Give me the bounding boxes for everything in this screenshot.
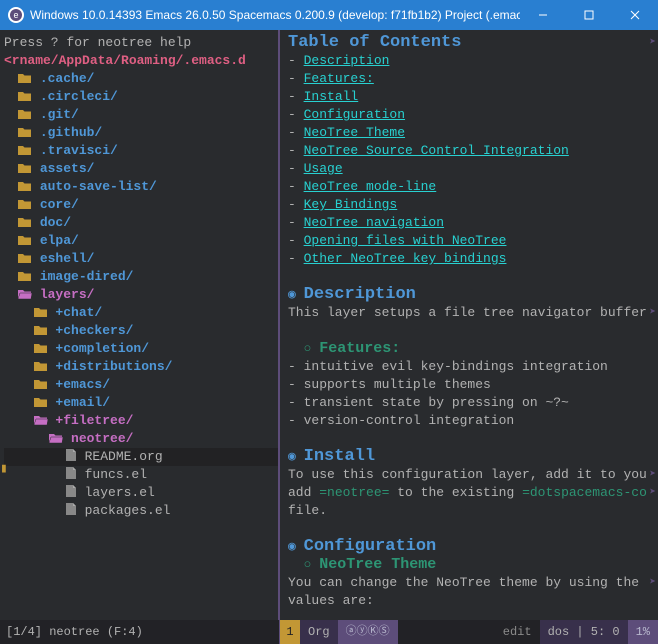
modeline-main: 1 Org ⓐⓨⓀⓈ edit dos | 5: 0 1%: [280, 620, 658, 644]
close-button[interactable]: [612, 0, 658, 30]
folder-icon: [18, 71, 32, 86]
neotree-sidebar[interactable]: Press ? for neotree help <rname/AppData/…: [0, 30, 280, 620]
folder-icon: [18, 287, 32, 302]
modeline: [1/4] neotree (F:4) 1 Org ⓐⓨⓀⓈ edit dos …: [0, 620, 658, 644]
toc-entry[interactable]: - Key Bindings: [288, 196, 654, 214]
tree-dir[interactable]: +filetree/: [4, 412, 278, 430]
tree-dir[interactable]: .git/: [4, 106, 278, 124]
folder-icon: [18, 269, 32, 284]
feature-item: - transient state by pressing on ~?~: [288, 394, 654, 412]
modeline-major-mode: Org: [300, 620, 338, 644]
modeline-percent: 1%: [628, 620, 658, 644]
toc-entry[interactable]: - NeoTree Theme: [288, 124, 654, 142]
folder-icon: [18, 233, 32, 248]
folder-icon: [34, 395, 48, 410]
editor-buffer[interactable]: ➤Table of Contents - Description - Featu…: [280, 30, 658, 620]
tree-dir[interactable]: .circleci/: [4, 88, 278, 106]
minimize-button[interactable]: [520, 0, 566, 30]
tree-dir[interactable]: image-dired/: [4, 268, 278, 286]
folder-icon: [18, 161, 32, 176]
tree-dir[interactable]: +distributions/: [4, 358, 278, 376]
feature-item: - version-control integration: [288, 412, 654, 430]
tree-dir[interactable]: assets/: [4, 160, 278, 178]
toc-entry[interactable]: - NeoTree navigation: [288, 214, 654, 232]
toc-entry[interactable]: - Description: [288, 52, 654, 70]
folder-icon: [34, 377, 48, 392]
folder-icon: [34, 413, 48, 428]
toc-entry[interactable]: - Other NeoTree key bindings: [288, 250, 654, 268]
modeline-eol: dos | 5: 0: [540, 620, 628, 644]
folder-icon: [49, 431, 63, 446]
folder-icon: [34, 341, 48, 356]
tree-dir[interactable]: auto-save-list/: [4, 178, 278, 196]
tree-dir[interactable]: doc/: [4, 214, 278, 232]
folder-icon: [18, 107, 32, 122]
toc-entry[interactable]: - Install: [288, 88, 654, 106]
tree-dir[interactable]: +emacs/: [4, 376, 278, 394]
toc-entry[interactable]: - Features:: [288, 70, 654, 88]
toc-entry[interactable]: - NeoTree mode-line: [288, 178, 654, 196]
feature-item: - supports multiple themes: [288, 376, 654, 394]
tree-dir[interactable]: .cache/: [4, 70, 278, 88]
tree-file[interactable]: layers.el: [4, 484, 278, 502]
modeline-edit-state: edit: [495, 620, 540, 644]
tree-dir[interactable]: elpa/: [4, 232, 278, 250]
folder-icon: [18, 89, 32, 104]
tree-dir[interactable]: +chat/: [4, 304, 278, 322]
tree-dir[interactable]: neotree/: [4, 430, 278, 448]
window-title: Windows 10.0.14393 Emacs 26.0.50 Spacema…: [30, 8, 520, 22]
tree-dir[interactable]: +checkers/: [4, 322, 278, 340]
tree-dir[interactable]: +completion/: [4, 340, 278, 358]
folder-icon: [18, 215, 32, 230]
neotree-root-path[interactable]: <rname/AppData/Roaming/.emacs.d: [4, 52, 278, 70]
toc-entry[interactable]: - Configuration: [288, 106, 654, 124]
maximize-button[interactable]: [566, 0, 612, 30]
modeline-minor-modes: ⓐⓨⓀⓈ: [338, 620, 398, 644]
modeline-neotree: [1/4] neotree (F:4): [0, 620, 280, 644]
file-icon: [65, 449, 77, 464]
folder-icon: [34, 323, 48, 338]
neotree-help-text: Press ? for neotree help: [4, 34, 278, 52]
tree-dir[interactable]: +email/: [4, 394, 278, 412]
tree-file[interactable]: funcs.el: [4, 466, 278, 484]
tree-dir[interactable]: eshell/: [4, 250, 278, 268]
folder-icon: [34, 359, 48, 374]
spacemacs-icon: e: [8, 7, 24, 23]
file-icon: [65, 485, 77, 500]
file-icon: [65, 503, 77, 518]
feature-item: - intuitive evil key-bindings integratio…: [288, 358, 654, 376]
tree-dir[interactable]: core/: [4, 196, 278, 214]
folder-icon: [18, 197, 32, 212]
folder-icon: [34, 305, 48, 320]
tree-dir[interactable]: .github/: [4, 124, 278, 142]
folder-icon: [18, 125, 32, 140]
file-icon: [65, 467, 77, 482]
toc-entry[interactable]: - Opening files with NeoTree: [288, 232, 654, 250]
toc-entry[interactable]: - Usage: [288, 160, 654, 178]
tree-dir[interactable]: layers/: [4, 286, 278, 304]
folder-icon: [18, 143, 32, 158]
svg-text:e: e: [13, 10, 18, 20]
folder-icon: [18, 179, 32, 194]
tree-dir[interactable]: .travisci/: [4, 142, 278, 160]
toc-entry[interactable]: - NeoTree Source Control Integration: [288, 142, 654, 160]
tree-file[interactable]: packages.el: [4, 502, 278, 520]
modeline-window-number: 1: [280, 620, 300, 644]
window-titlebar: e Windows 10.0.14393 Emacs 26.0.50 Space…: [0, 0, 658, 30]
folder-icon: [18, 251, 32, 266]
tree-file[interactable]: ▮ README.org: [4, 448, 278, 466]
